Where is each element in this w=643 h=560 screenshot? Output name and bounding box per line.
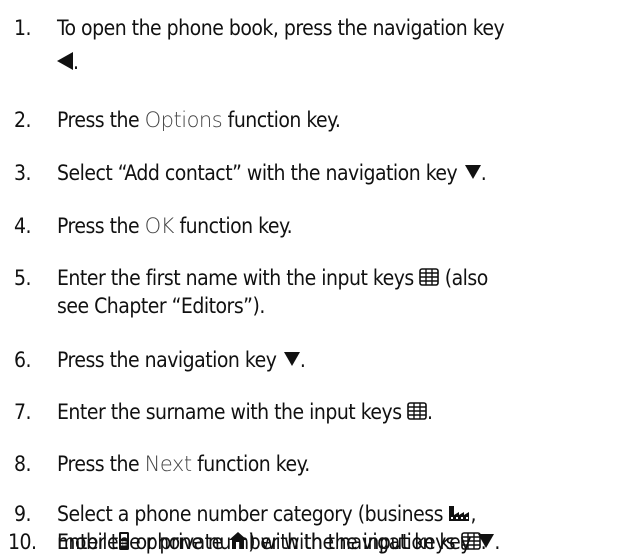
- step-text-part: .: [73, 50, 79, 74]
- step-number: 1.: [14, 16, 32, 40]
- step-text-part: Select a phone number category (business: [57, 502, 449, 526]
- function-key-label: Next: [144, 452, 192, 476]
- step-text-part: .: [299, 348, 306, 372]
- step-number: 8.: [14, 452, 32, 476]
- step-number: 5.: [14, 266, 32, 290]
- step-text-part: Press the navigation key: [57, 348, 282, 372]
- instruction-document: 1. To open the phone book, press the nav…: [0, 0, 643, 560]
- step-number: 3.: [14, 161, 32, 185]
- step-number: 6.: [14, 348, 32, 372]
- step-line: Enter the first name with the input keys…: [57, 264, 641, 292]
- step-text: To open the phone book, press the naviga…: [57, 14, 641, 76]
- step-text: Enter the surname with the input keys .: [57, 398, 641, 426]
- step-text-part: function key.: [222, 108, 341, 132]
- step-text-part: .: [480, 161, 487, 185]
- step-number: 7.: [14, 400, 32, 424]
- step-text: Enter the phone number with the input ke…: [57, 528, 641, 556]
- step-text-part: function key.: [191, 452, 310, 476]
- step-text-part: .: [480, 530, 487, 554]
- step-number: 4.: [14, 214, 32, 238]
- step-text-part: Press the: [57, 214, 145, 238]
- step-number: 10.: [8, 530, 37, 554]
- function-key-label: Options: [144, 108, 223, 132]
- step-number: 2.: [14, 108, 32, 132]
- step-text-part: function key.: [173, 214, 293, 238]
- step-text-part: Enter the phone number with the input ke…: [57, 530, 461, 554]
- step-text: Press the Options function key.: [57, 106, 641, 134]
- step-text-part: .: [427, 400, 433, 424]
- step-text-part: To open the phone book, press the naviga…: [57, 16, 505, 40]
- navigation-down-icon: [283, 352, 300, 366]
- keypad-icon: [407, 402, 427, 420]
- step-text-part: Press the: [57, 452, 145, 476]
- step-line: To open the phone book, press the naviga…: [57, 14, 641, 42]
- step-text: Press the navigation key .: [57, 346, 641, 374]
- navigation-down-icon: [464, 165, 481, 179]
- navigation-left-icon: [57, 52, 73, 70]
- step-text: Press the Next function key.: [57, 450, 641, 478]
- step-text-part: Enter the surname with the input keys: [57, 400, 408, 424]
- step-text-part: ,: [470, 502, 476, 526]
- business-factory-icon: [449, 506, 470, 521]
- step-text: Press the OK function key.: [57, 212, 641, 240]
- step-text-part: see Chapter “Editors”).: [57, 294, 265, 318]
- step-text: Select “Add contact” with the navigation…: [57, 159, 641, 187]
- function-key-label: OK: [144, 214, 175, 238]
- step-text-part: Press the: [57, 108, 145, 132]
- step-line: see Chapter “Editors”).: [57, 292, 641, 320]
- step-line: Select a phone number category (business…: [57, 500, 641, 528]
- keypad-icon: [419, 268, 440, 286]
- keypad-icon: [460, 532, 481, 550]
- step-text-part: Select “Add contact” with the navigation…: [57, 161, 463, 185]
- step-text: Enter the first name with the input keys…: [57, 264, 641, 320]
- step-number: 9.: [14, 502, 32, 526]
- step-text-part: Enter the first name with the input keys: [57, 266, 420, 290]
- step-text-part: (also: [439, 266, 489, 290]
- step-line: .: [57, 48, 641, 76]
